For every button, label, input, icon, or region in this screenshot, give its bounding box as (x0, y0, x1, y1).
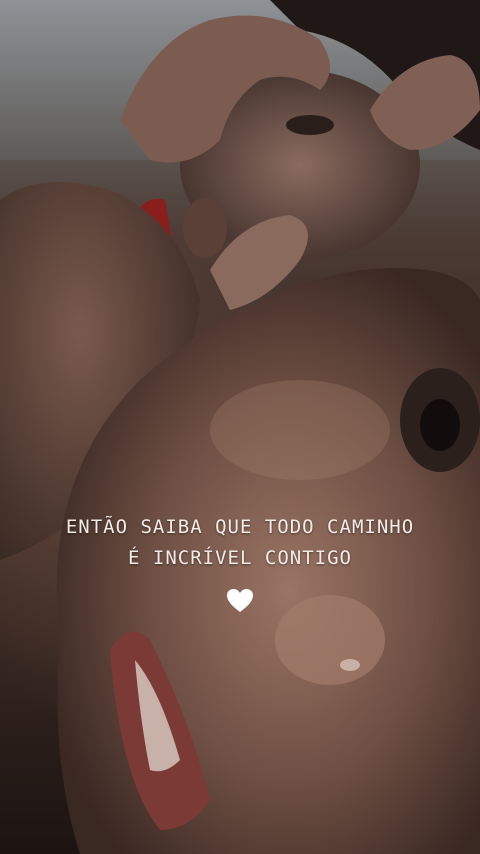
story-photo (0, 0, 480, 854)
story-caption-line-2: É INCRÍVEL CONTIGO (128, 547, 352, 569)
story-caption-line-1: ENTÃO SAIBA QUE TODO CAMINHO (65, 516, 415, 538)
white-heart-icon (227, 589, 253, 612)
story-view[interactable]: ENTÃO SAIBA QUE TODO CAMINHO É INCRÍVEL … (0, 0, 480, 854)
